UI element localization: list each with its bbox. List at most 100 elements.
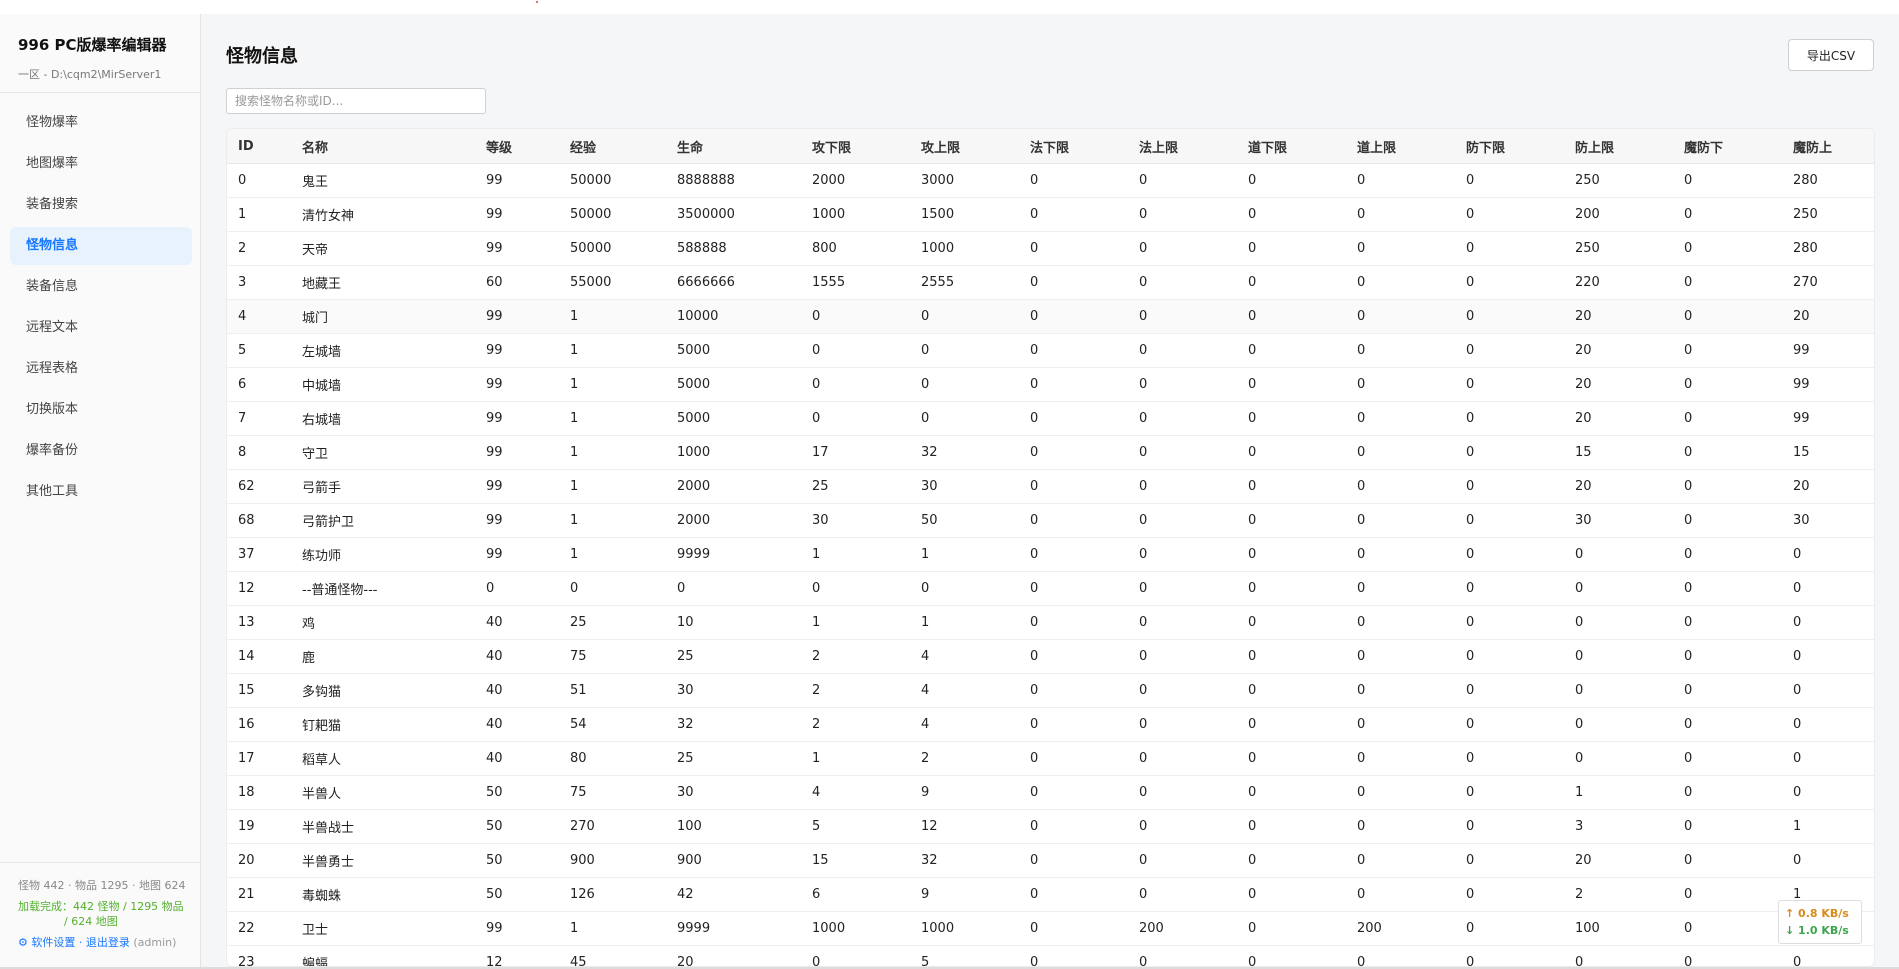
table-cell: 0: [1455, 605, 1564, 640]
table-cell: 练功师: [291, 537, 475, 572]
table-row[interactable]: 1 清竹女神 99 50000 3500000 1000 1500 0 0 0 0 0 200 0 250: [227, 197, 1874, 232]
table-row[interactable]: 3 地藏王 60 55000 6666666 1555 2555 0 0 0 0 0 220 0 270: [227, 265, 1874, 300]
table-cell: 0: [1673, 775, 1782, 810]
column-header[interactable]: 法上限: [1128, 129, 1237, 164]
table-cell: 1: [1782, 809, 1874, 844]
table-cell: 20: [1782, 299, 1874, 334]
table-row[interactable]: 21 毒蜘蛛 50 126 42 6 9 0 0 0 0 0 2 0 1: [227, 877, 1874, 912]
sidebar-item-map-drop[interactable]: 地图爆率: [10, 145, 192, 183]
table-cell: 0: [1564, 741, 1673, 776]
table-cell: 40: [475, 605, 559, 640]
sidebar-item-remote-table[interactable]: 远程表格: [10, 350, 192, 388]
table-cell: 100: [666, 809, 801, 844]
table-cell: 1500: [910, 197, 1019, 232]
table-cell: 0: [1019, 605, 1128, 640]
logout-link[interactable]: 退出登录: [86, 936, 130, 949]
settings-link[interactable]: ⚙ 软件设置: [18, 936, 75, 949]
table-cell: 0: [1346, 673, 1455, 708]
table-cell: 1000: [910, 231, 1019, 266]
table-row[interactable]: 37 练功师 99 1 9999 1 1 0 0 0 0 0 0 0 0: [227, 537, 1874, 572]
column-header[interactable]: 名称: [291, 129, 475, 164]
table-cell: 10000: [666, 299, 801, 334]
column-header[interactable]: 生命: [666, 129, 801, 164]
table-cell: 0: [1346, 265, 1455, 300]
table-row[interactable]: 4 城门 99 1 10000 0 0 0 0 0 0 0 20 0 20: [227, 299, 1874, 334]
column-header[interactable]: 法下限: [1019, 129, 1128, 164]
column-header[interactable]: 攻上限: [910, 129, 1019, 164]
table-row[interactable]: 13 鸡 40 25 10 1 1 0 0 0 0 0 0 0 0: [227, 605, 1874, 640]
column-header[interactable]: ID: [227, 129, 291, 164]
column-header[interactable]: 魔防上: [1782, 129, 1874, 164]
column-header[interactable]: 等级: [475, 129, 559, 164]
table-row[interactable]: 8 守卫 99 1 1000 17 32 0 0 0 0 0 15 0 15: [227, 435, 1874, 470]
sidebar-item-monster-drop[interactable]: 怪物爆率: [10, 104, 192, 142]
table-cell: 0: [1237, 809, 1346, 844]
table-cell: 0: [1128, 673, 1237, 708]
sidebar-item-remote-text[interactable]: 远程文本: [10, 309, 192, 347]
table-cell: 99: [475, 333, 559, 368]
table-row[interactable]: 5 左城墙 99 1 5000 0 0 0 0 0 0 0 20 0 99: [227, 333, 1874, 368]
table-cell: 0: [1019, 163, 1128, 198]
footer-links: ⚙ 软件设置 · 退出登录 (admin): [18, 935, 193, 950]
table-cell: 0: [1237, 333, 1346, 368]
table-row[interactable]: 12 --普通怪物--- 0 0 0 0 0 0 0 0 0 0 0 0 0: [227, 571, 1874, 606]
table-cell: 15: [1782, 435, 1874, 470]
table-cell: 900: [666, 843, 801, 878]
table-cell: 8888888: [666, 163, 801, 198]
table-cell: 20: [1564, 401, 1673, 436]
table-cell: 0: [1673, 537, 1782, 572]
search-input[interactable]: [226, 88, 486, 114]
table-cell: 0: [1673, 333, 1782, 368]
table-cell: 0: [1346, 367, 1455, 402]
top-bar: [0, 0, 1899, 15]
table-row[interactable]: 23 蝙蝠 12 45 20 0 5 0 0 0 0 0 0 0 0: [227, 945, 1874, 966]
column-header[interactable]: 防下限: [1455, 129, 1564, 164]
table-row[interactable]: 0 鬼王 99 50000 8888888 2000 3000 0 0 0 0 0 250 0 280: [227, 163, 1874, 198]
table-row[interactable]: 19 半兽战士 50 270 100 5 12 0 0 0 0 0 3 0 1: [227, 809, 1874, 844]
table-row[interactable]: 16 钉耙猫 40 54 32 2 4 0 0 0 0 0 0 0 0: [227, 707, 1874, 742]
table-row[interactable]: 18 半兽人 50 75 30 4 9 0 0 0 0 0 1 0 0: [227, 775, 1874, 810]
table-row[interactable]: 17 稻草人 40 80 25 1 2 0 0 0 0 0 0 0 0: [227, 741, 1874, 776]
table-cell: 0: [801, 299, 910, 334]
table-cell: 0: [1237, 469, 1346, 504]
table-cell: 0: [1346, 707, 1455, 742]
column-header[interactable]: 道上限: [1346, 129, 1455, 164]
export-csv-button[interactable]: 导出CSV: [1788, 39, 1874, 71]
table-cell: 0: [1346, 639, 1455, 674]
table-cell: 0: [1128, 401, 1237, 436]
column-header[interactable]: 道下限: [1237, 129, 1346, 164]
table-cell: 0: [1564, 571, 1673, 606]
table-row[interactable]: 15 多钩猫 40 51 30 2 4 0 0 0 0 0 0 0 0: [227, 673, 1874, 708]
sidebar-item-switch-version[interactable]: 切换版本: [10, 391, 192, 429]
table-cell: 3500000: [666, 197, 801, 232]
sidebar-item-other-tools[interactable]: 其他工具: [10, 473, 192, 511]
table-cell: 3: [1564, 809, 1673, 844]
table-cell: 1: [559, 537, 666, 572]
table-cell: 30: [666, 775, 801, 810]
sidebar-item-monster-info[interactable]: 怪物信息: [10, 227, 192, 265]
table-row[interactable]: 7 右城墙 99 1 5000 0 0 0 0 0 0 0 20 0 99: [227, 401, 1874, 436]
table-row[interactable]: 22卫士99199991000100002000200010001: [227, 911, 1874, 946]
table-cell: 16: [227, 707, 291, 742]
table-row[interactable]: 2 天帝 99 50000 588888 800 1000 0 0 0 0 0 250 0 280: [227, 231, 1874, 266]
table-cell: 22: [227, 911, 291, 946]
table-row[interactable]: 14 鹿 40 75 25 2 4 0 0 0 0 0 0 0 0: [227, 639, 1874, 674]
column-header[interactable]: 防上限: [1564, 129, 1673, 164]
table-cell: 弓箭护卫: [291, 503, 475, 538]
table-cell: 270: [559, 809, 666, 844]
column-header[interactable]: 经验: [559, 129, 666, 164]
table-row[interactable]: 6 中城墙 99 1 5000 0 0 0 0 0 0 0 20 0 99: [227, 367, 1874, 402]
sidebar-item-equip-search[interactable]: 装备搜索: [10, 186, 192, 224]
table-cell: 99: [475, 197, 559, 232]
table-row[interactable]: 68 弓箭护卫 99 1 2000 30 50 0 0 0 0 0 30 0 30: [227, 503, 1874, 538]
table-cell: 左城墙: [291, 333, 475, 368]
sidebar-item-drop-backup[interactable]: 爆率备份: [10, 432, 192, 470]
table-row[interactable]: 62 弓箭手 99 1 2000 25 30 0 0 0 0 0 20 0 20: [227, 469, 1874, 504]
column-header[interactable]: 攻下限: [801, 129, 910, 164]
table-cell: 天帝: [291, 231, 475, 266]
table-row[interactable]: 20 半兽勇士 50 900 900 15 32 0 0 0 0 0 20 0 0: [227, 843, 1874, 878]
sidebar-item-equip-info[interactable]: 装备信息: [10, 268, 192, 306]
table-cell: 0: [1128, 537, 1237, 572]
table-cell: 12: [475, 945, 559, 966]
column-header[interactable]: 魔防下: [1673, 129, 1782, 164]
